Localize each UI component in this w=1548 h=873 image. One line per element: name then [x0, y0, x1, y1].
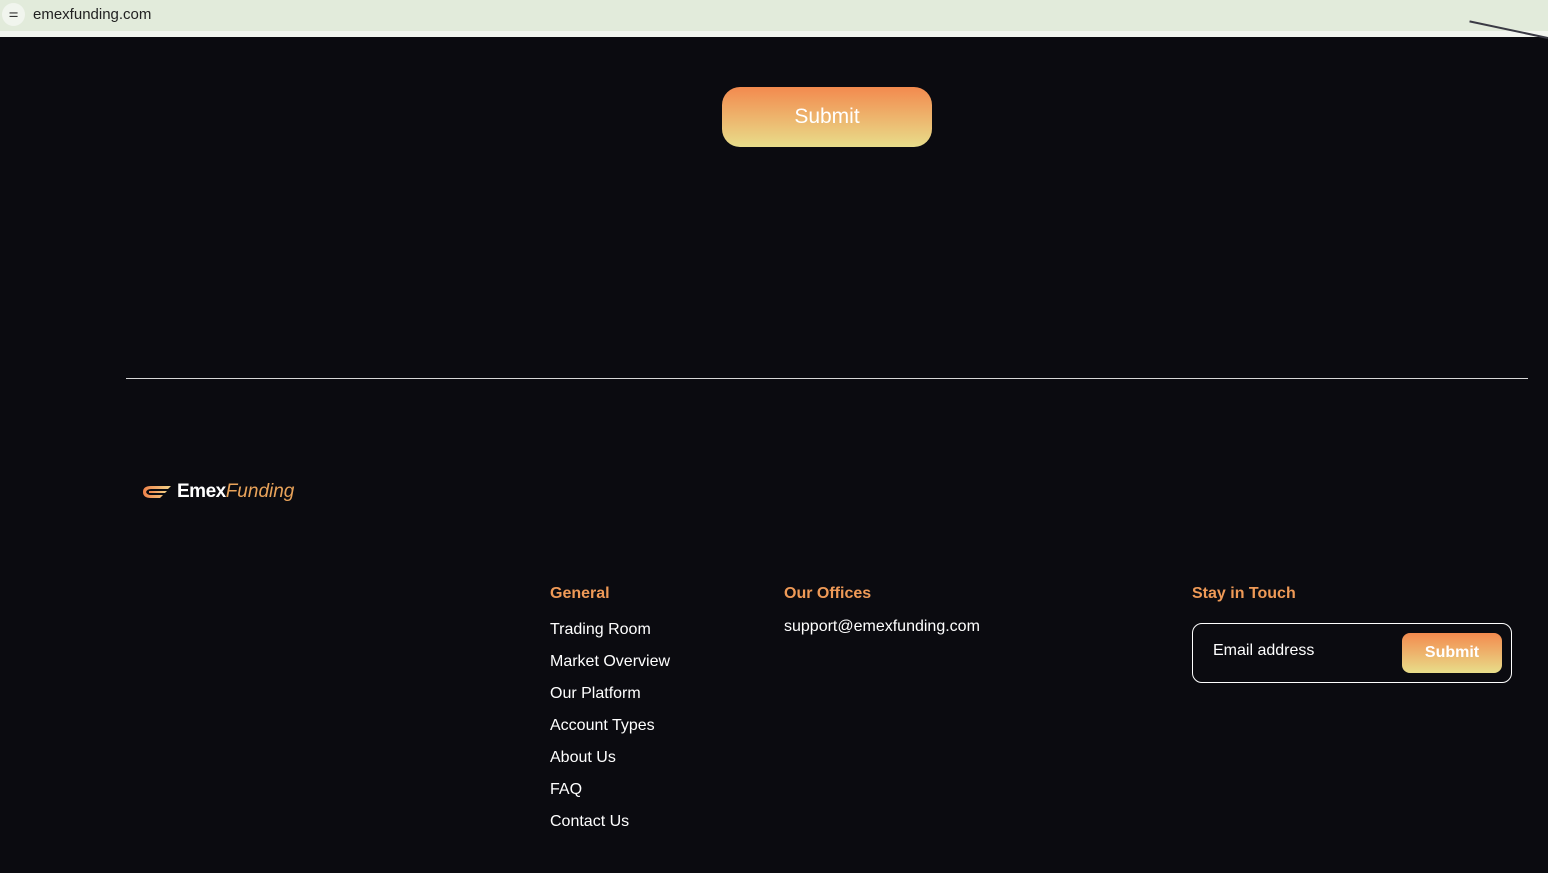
footer-link-market-overview[interactable]: Market Overview [550, 653, 670, 685]
newsletter-submit-button[interactable]: Submit [1402, 633, 1502, 673]
general-links: Trading Room Market Overview Our Platfor… [550, 621, 670, 845]
footer-link-account-types[interactable]: Account Types [550, 717, 670, 749]
logo-text-funding: Funding [225, 481, 295, 502]
logo[interactable]: Emex Funding [141, 481, 294, 503]
general-heading: General [550, 585, 610, 602]
offices-heading: Our Offices [784, 585, 872, 602]
logo-text-emex: Emex [177, 481, 226, 502]
footer-link-faq[interactable]: FAQ [550, 781, 670, 813]
support-email-link[interactable]: support@emexfunding.com [784, 618, 980, 636]
footer-link-trading-room[interactable]: Trading Room [550, 621, 670, 653]
submit-button[interactable]: Submit [722, 87, 932, 147]
url-text[interactable]: emexfunding.com [33, 6, 151, 23]
browser-address-bar[interactable]: ⚌ emexfunding.com [0, 0, 1548, 37]
footer-link-our-platform[interactable]: Our Platform [550, 685, 670, 717]
email-input[interactable] [1213, 642, 1393, 660]
footer-link-about-us[interactable]: About Us [550, 749, 670, 781]
tune-icon[interactable]: ⚌ [2, 3, 25, 26]
footer-link-contact-us[interactable]: Contact Us [550, 813, 670, 845]
logo-wing-icon [143, 486, 171, 498]
stay-in-touch-heading: Stay in Touch [1192, 585, 1296, 602]
newsletter-form: Submit [1192, 623, 1512, 683]
divider [126, 378, 1528, 379]
